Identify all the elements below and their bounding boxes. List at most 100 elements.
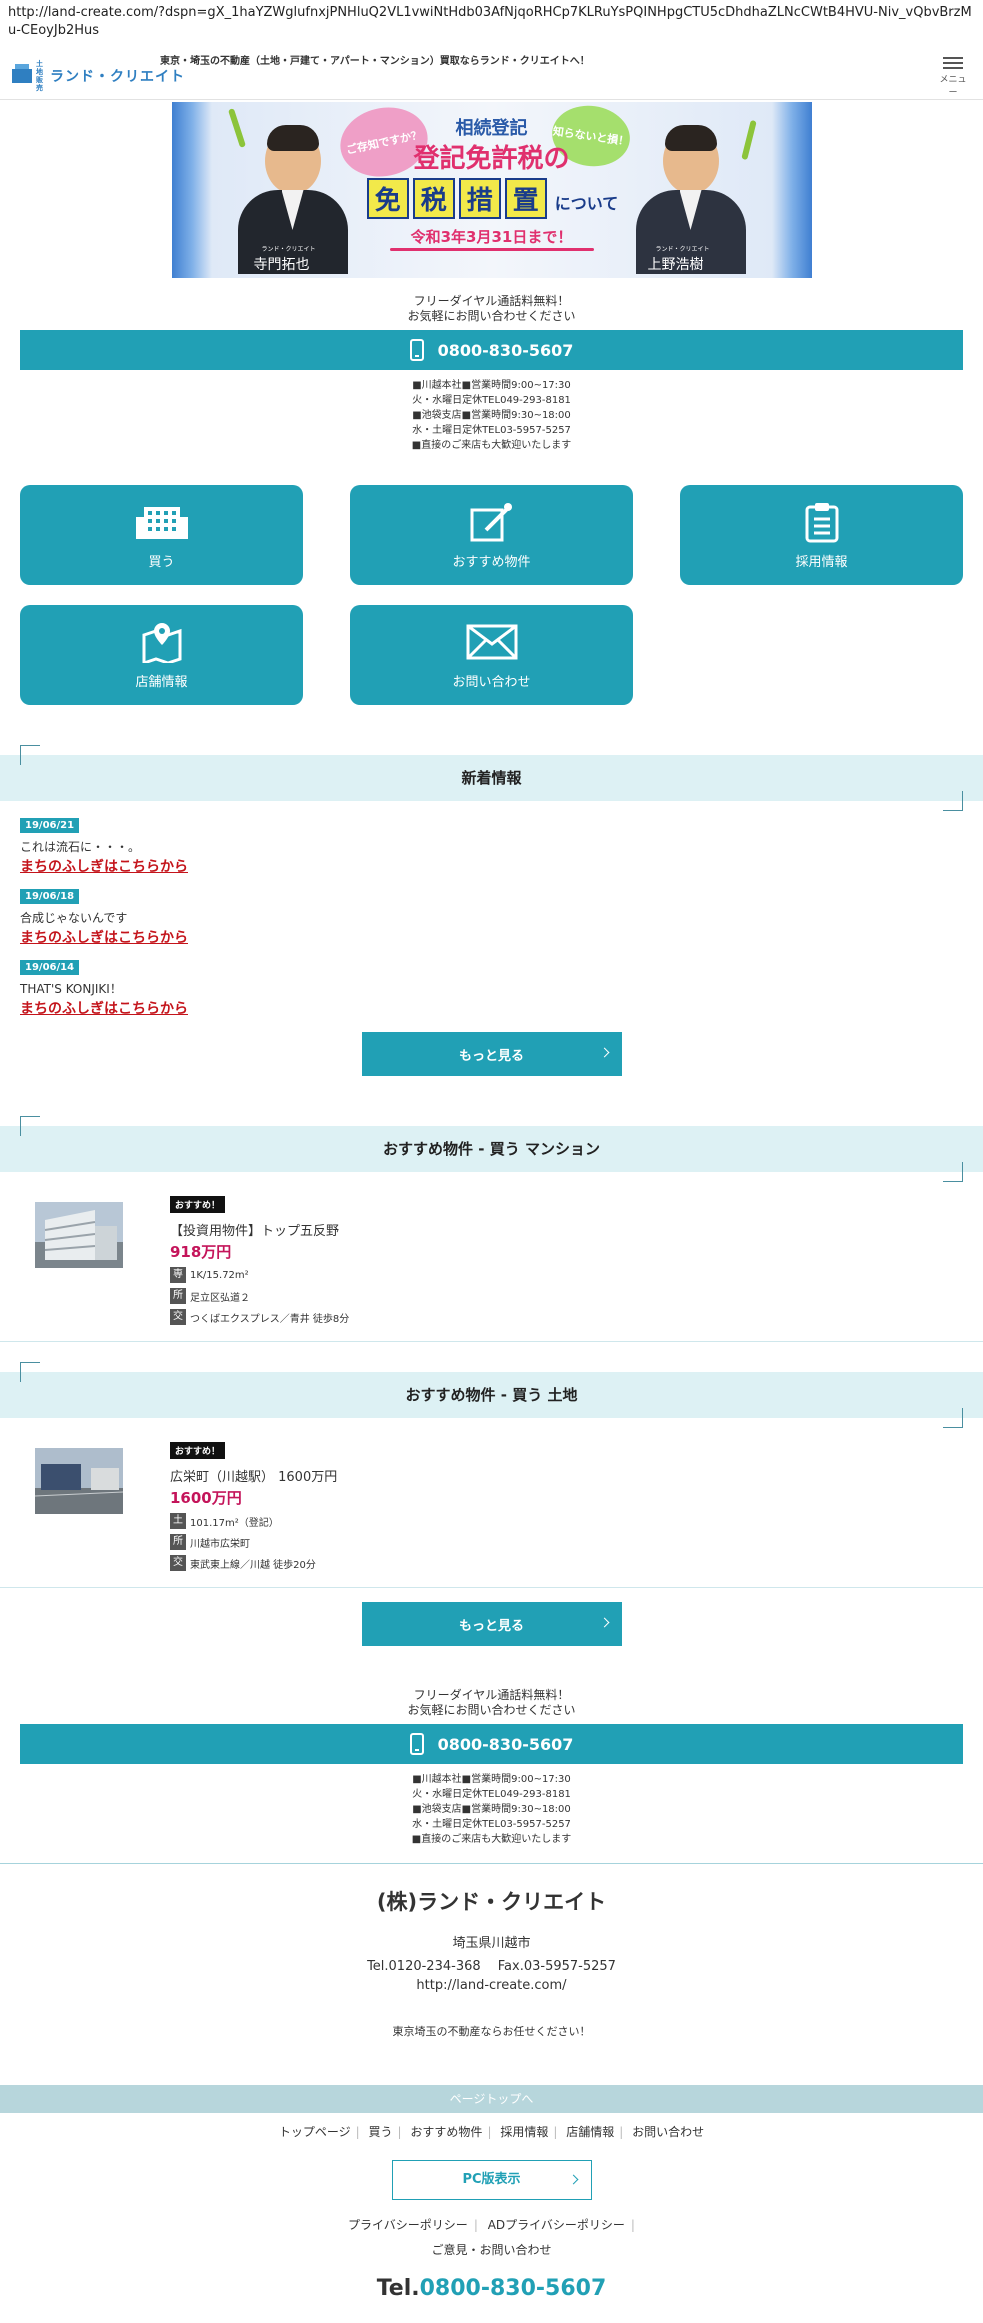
property-photo [35,1202,123,1268]
news-date: 19/06/21 [20,818,80,833]
inquiry-note: お気軽にお問い合わせください [407,309,576,323]
footer-link-top[interactable]: トップページ [279,2125,351,2139]
tile-stores[interactable]: 店舗情報 [20,605,303,705]
property-name[interactable]: 広栄町（川越駅） 1600万円 [170,1466,337,1485]
footer-nav: トップページ | 買う | おすすめ物件 | 採用情報 | 店舗情報 | お問い合わせ [278,2125,705,2139]
tile-label: 店舗情報 [135,675,188,690]
footer-tel[interactable]: Tel.0800-830-5607 [0,2276,983,2301]
edit-icon [350,499,633,545]
address-icon: 所 [170,1288,186,1304]
clipboard-icon [680,499,963,545]
footer-link-buy[interactable]: 買う [369,2125,393,2139]
property-spec-area: 専 1K/15.72m² [170,1267,349,1283]
chevron-right-icon [599,1617,609,1628]
address-bar[interactable]: http://land-create.com/?dspn=gX_1haYZWgl… [0,0,983,42]
recommend-badge: おすすめ！ [170,1196,226,1213]
privacy-policy-link[interactable]: プライバシーポリシー [348,2218,468,2232]
property-more-button[interactable]: もっと見る [361,1602,622,1646]
news-item: 19/06/14 THAT'S KONJIKI！ まちのふしぎはこちらから [20,959,963,1018]
property-photo [35,1448,123,1514]
news-link[interactable]: まちのふしぎはこちらから [20,927,963,947]
tel-number: 0800-830-5607 [437,340,574,360]
tile-label: 買う [148,555,175,570]
phone-icon [409,339,424,361]
footer-link-recommended[interactable]: おすすめ物件 [410,2125,482,2139]
menu-button[interactable]: メニュー [937,54,969,98]
tile-recommended[interactable]: おすすめ物件 [350,485,633,585]
person-right-name: 上野浩樹 [647,257,704,273]
footer-link-recruit[interactable]: 採用情報 [500,2125,548,2139]
hamburger-icon [937,57,969,69]
recommend-badge: おすすめ！ [170,1442,226,1459]
news-heading: 新着情報 [0,745,983,811]
business-hours: ■川越本社■営業時間9:00~17:30 火・水曜日定休TEL049-293-8… [411,1774,572,1845]
header-tagline: 東京・埼玉の不動産（土地・戸建て・アパート・マンション）買取ならランド・クリエイ… [160,56,590,67]
property-spec-transit: 交東武東上線／川越 徒歩20分 [170,1555,337,1571]
pc-view-button[interactable]: PC版表示 [391,2160,592,2200]
mail-icon [350,619,633,665]
footer-policy-links: プライバシーポリシー | ADプライバシーポリシー | [348,2218,635,2232]
banner-line2: 登記免許税の [413,144,570,174]
person-right-company: ランド・クリエイト [655,246,710,253]
chevron-right-icon [568,2174,578,2185]
property-spec-area: 土 101.17m²（登記） [170,1513,337,1529]
news-title: これは流石に・・・。 [20,840,141,854]
page-top-button[interactable]: ページトップへ [0,2085,983,2113]
company-name: (株)ランド・クリエイト [376,1890,607,1914]
news-more-button[interactable]: もっと見る [361,1032,622,1076]
company-address: 埼玉県川越市 [452,1936,531,1951]
footer-link-stores[interactable]: 店舗情報 [566,2125,614,2139]
company-info: (株)ランド・クリエイト 埼玉県川越市 Tel.0120-234-368 Fax… [0,1863,983,2039]
property-price: 1600万円 [170,1489,242,1507]
news-list: 19/06/21 これは流石に・・・。 まちのふしぎはこちらから 19/06/1… [20,817,963,1018]
news-date: 19/06/14 [20,960,80,975]
property-card-land[interactable]: おすすめ！ 広栄町（川越駅） 1600万円 1600万円 土 101.17m²（登… [0,1438,983,1588]
property-spec-transit: 交つくばエクスプレス／青井 徒歩8分 [170,1309,349,1325]
company-url[interactable]: http://land-create.com/ [0,1978,983,1993]
property-info: おすすめ！ 【投資用物件】トップ五反野 918万円 専 1K/15.72m² 所足… [170,1196,349,1325]
inquiry-note: お気軽にお問い合わせください [407,1703,576,1717]
land-icon: 土 [170,1513,186,1529]
tel-number: 0800-830-5607 [437,1734,574,1754]
ad-privacy-policy-link[interactable]: ADプライバシーポリシー [488,2218,625,2232]
tile-label: おすすめ物件 [452,555,531,570]
news-title: THAT'S KONJIKI！ [20,982,122,996]
property-spec-address: 所川越市広栄町 [170,1534,337,1550]
property-spec-address: 所足立区弘道２ [170,1288,349,1304]
tel-button[interactable]: 0800-830-5607 [20,330,963,370]
campaign-banner[interactable]: ランド・クリエイト 寺門拓也 ランド・クリエイト 上野浩樹 ご存知ですか？ 知ら… [171,102,812,278]
logo-subtext: 土地販売 [36,60,43,92]
property-price: 918万円 [170,1243,232,1261]
news-link[interactable]: まちのふしぎはこちらから [20,856,963,876]
transit-icon: 交 [170,1555,186,1571]
person-left-name: 寺門拓也 [253,257,310,273]
free-dial-note: フリーダイヤル通話料無料！ [413,1688,570,1702]
company-tagline: 東京埼玉の不動産ならお任せください！ [392,2025,591,2038]
banner-deadline: 令和3年3月31日まで！ [410,228,573,246]
contact-bottom: フリーダイヤル通話料無料！ お気軽にお問い合わせください 0800-830-56… [0,1688,983,1847]
tile-recruit[interactable]: 採用情報 [680,485,963,585]
map-pin-icon [20,619,303,665]
tel-button[interactable]: 0800-830-5607 [20,1724,963,1764]
news-item: 19/06/21 これは流石に・・・。 まちのふしぎはこちらから [20,817,963,876]
menu-label: メニュー [939,75,967,98]
business-hours: ■川越本社■営業時間9:00~17:30 火・水曜日定休TEL049-293-8… [411,380,572,451]
tile-contact[interactable]: お問い合わせ [350,605,633,705]
property-card-mansion[interactable]: おすすめ！ 【投資用物件】トップ五反野 918万円 専 1K/15.72m² 所足… [0,1192,983,1342]
banner-badges: 免税措置について [332,178,652,219]
news-link[interactable]: まちのふしぎはこちらから [20,998,963,1018]
transit-icon: 交 [170,1309,186,1325]
feedback-link[interactable]: ご意見・お問い合わせ [0,2241,983,2258]
footer-link-contact[interactable]: お問い合わせ [632,2125,704,2139]
contact-top: フリーダイヤル通話料無料！ お気軽にお問い合わせください 0800-830-56… [0,294,983,453]
company-tel-fax: Tel.0120-234-368 Fax.03-5957-5257 [367,1959,616,1974]
address-icon: 所 [170,1534,186,1550]
recommend-land-heading: おすすめ物件 - 買う 土地 [0,1362,983,1428]
tile-buy[interactable]: 買う [20,485,303,585]
banner-underline [389,248,594,251]
building-icon [20,499,303,545]
nav-tiles: 買う おすすめ物件 採用情報 店舗情報 お問い合わせ [20,485,963,705]
property-name[interactable]: 【投資用物件】トップ五反野 [170,1220,349,1239]
recommend-mansion-heading: おすすめ物件 - 買う マンション [0,1116,983,1182]
logo-text: ランド・クリエイト [50,69,185,85]
